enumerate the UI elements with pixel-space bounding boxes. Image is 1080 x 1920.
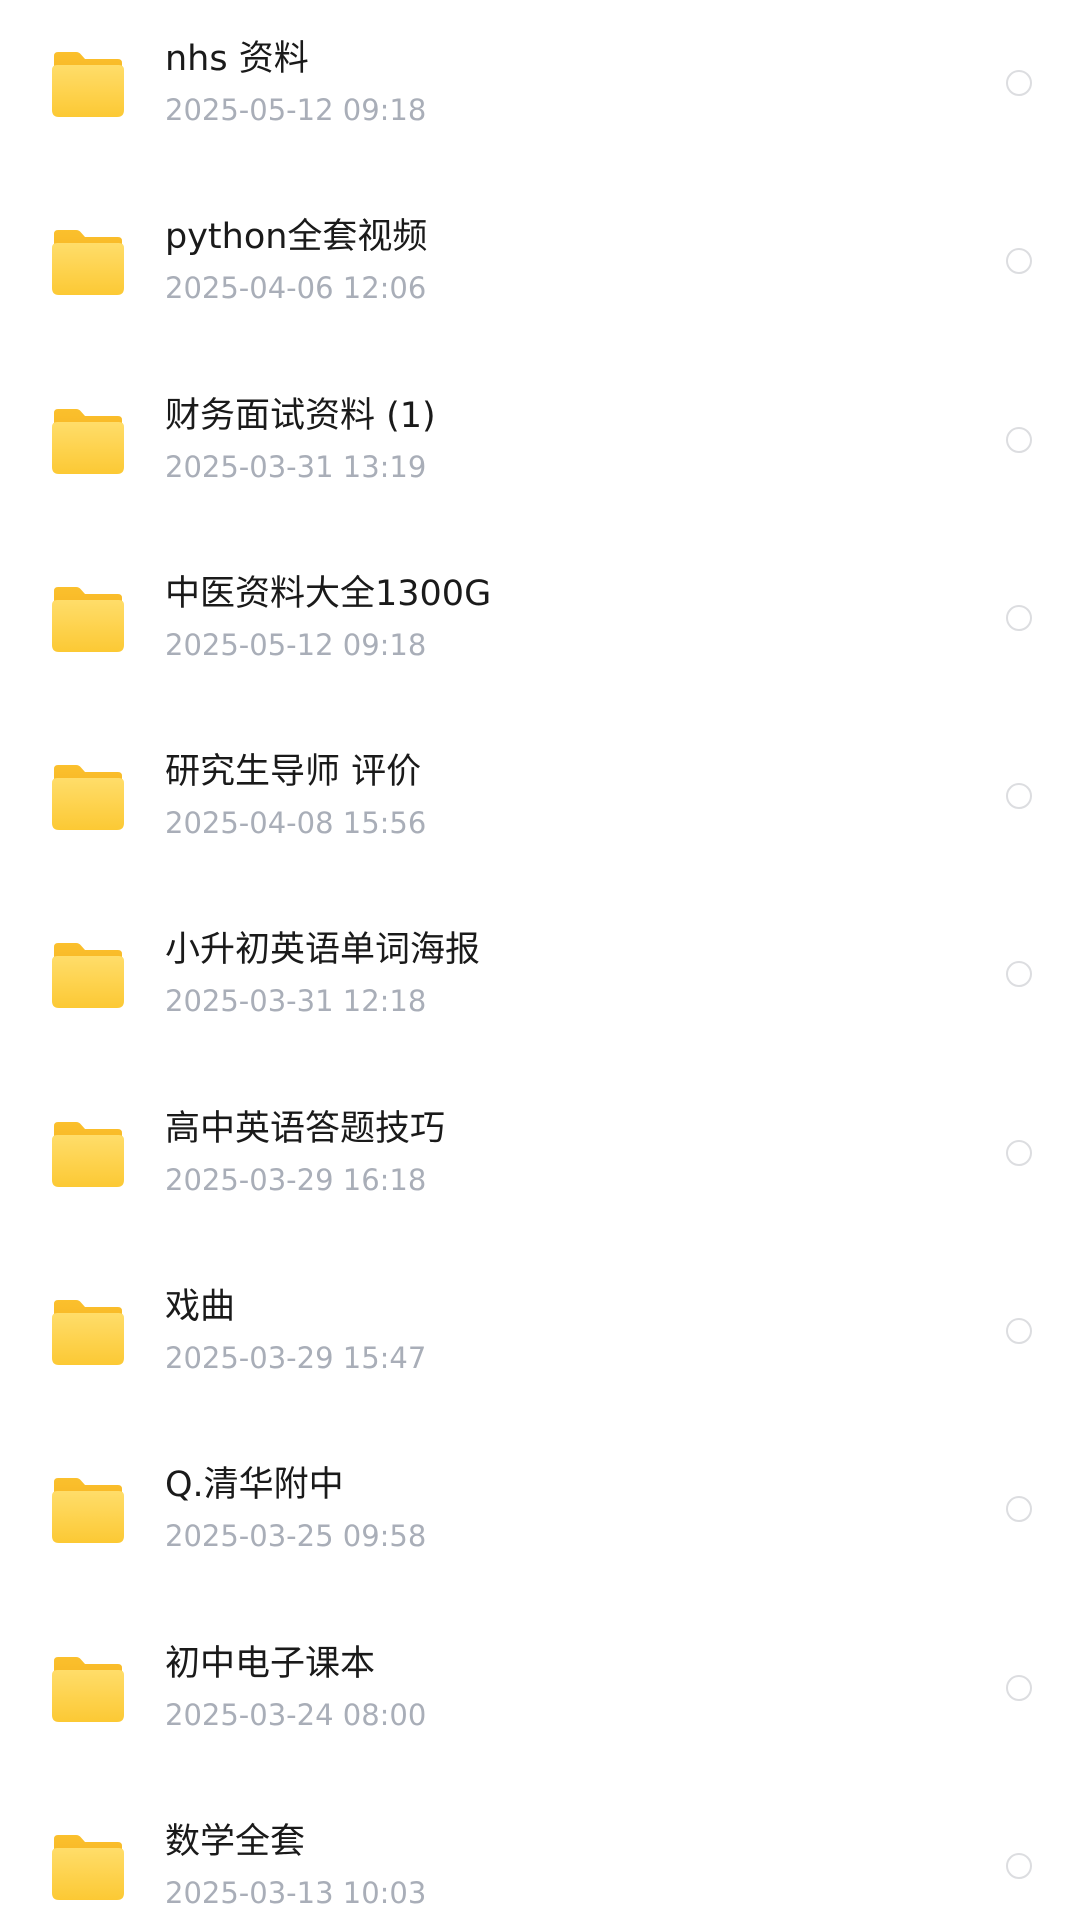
file-date: 2025-03-13 10:03 [165,1875,427,1910]
folder-icon [50,228,126,298]
select-circle-icon[interactable] [1006,248,1032,275]
file-date: 2025-03-31 12:18 [165,984,427,1019]
folder-icon [50,1120,126,1190]
list-item[interactable]: 小升初英语单词海报 2025-03-31 12:18 [0,891,1080,1069]
file-name: 研究生导师 评价 [165,752,422,793]
folder-icon [50,1476,126,1546]
file-name: 数学全套 [165,1821,306,1862]
select-circle-icon[interactable] [1006,604,1032,631]
folder-icon [50,1833,126,1903]
list-item[interactable]: 数学全套 2025-03-13 10:03 [0,1783,1080,1920]
file-list: nhs 资料 2025-05-12 09:18 python全套视频 2025-… [0,0,1080,1920]
list-item[interactable]: 财务面试资料 (1) 2025-03-31 13:19 [0,357,1080,535]
file-date: 2025-04-08 15:56 [165,806,427,841]
select-circle-icon[interactable] [1006,783,1032,810]
list-item[interactable]: python全套视频 2025-04-06 12:06 [0,178,1080,356]
file-date: 2025-03-25 09:58 [165,1519,427,1554]
folder-icon [50,407,126,477]
file-date: 2025-03-29 16:18 [165,1162,427,1197]
folder-icon [50,1298,126,1368]
file-name: 戏曲 [165,1287,236,1328]
list-item[interactable]: Q.清华附中 2025-03-25 09:58 [0,1426,1080,1604]
file-date: 2025-03-24 08:00 [165,1697,427,1732]
file-date: 2025-05-12 09:18 [165,627,427,662]
folder-icon [50,1655,126,1725]
select-circle-icon[interactable] [1006,961,1032,988]
list-item[interactable]: 中医资料大全1300G 2025-05-12 09:18 [0,535,1080,713]
select-circle-icon[interactable] [1006,1674,1032,1701]
file-date: 2025-03-31 13:19 [165,449,427,484]
list-item[interactable]: 研究生导师 评价 2025-04-08 15:56 [0,713,1080,891]
file-date: 2025-03-29 15:47 [165,1341,427,1376]
select-circle-icon[interactable] [1006,70,1032,96]
list-item[interactable]: nhs 资料 2025-05-12 09:18 [0,0,1080,178]
folder-icon [50,763,126,833]
file-date: 2025-05-12 09:18 [165,93,427,127]
file-name: python全套视频 [165,217,428,258]
select-circle-icon[interactable] [1006,1496,1032,1523]
select-circle-icon[interactable] [1006,1139,1032,1166]
file-name: 财务面试资料 (1) [165,395,436,436]
folder-icon [50,50,126,120]
file-name: 小升初英语单词海报 [165,930,481,971]
select-circle-icon[interactable] [1006,426,1032,453]
file-date: 2025-04-06 12:06 [165,271,427,306]
file-name: Q.清华附中 [165,1465,344,1506]
list-item[interactable]: 戏曲 2025-03-29 15:47 [0,1248,1080,1426]
select-circle-icon[interactable] [1006,1852,1032,1879]
folder-icon [50,585,126,655]
file-name: nhs 资料 [165,39,309,79]
file-name: 高中英语答题技巧 [165,1108,446,1149]
folder-icon [50,941,126,1011]
file-name: 中医资料大全1300G [165,573,492,614]
list-item[interactable]: 初中电子课本 2025-03-24 08:00 [0,1605,1080,1783]
file-list-sheet: nhs 资料 2025-05-12 09:18 python全套视频 2025-… [0,0,1080,1920]
list-item[interactable]: 高中英语答题技巧 2025-03-29 16:18 [0,1070,1080,1248]
file-name: 初中电子课本 [165,1643,376,1684]
select-circle-icon[interactable] [1006,1318,1032,1345]
